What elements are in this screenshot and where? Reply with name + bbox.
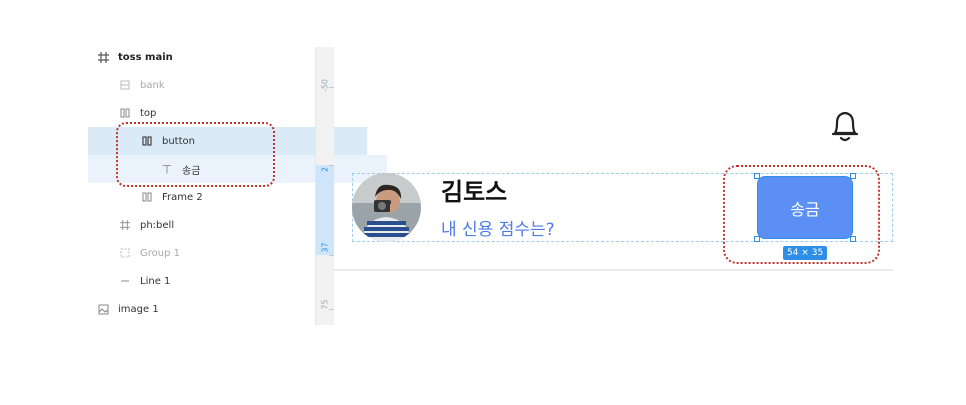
- layer-label: ph:bell: [140, 219, 175, 231]
- layer-label: image 1: [118, 303, 159, 315]
- line-icon: [118, 276, 132, 286]
- ruler-tick: [329, 87, 334, 88]
- layer-line-1[interactable]: Line 1: [88, 267, 345, 295]
- autolayout-icon: [140, 192, 154, 202]
- frame-icon: [96, 51, 110, 63]
- user-name: 김토스: [441, 178, 508, 206]
- frame-icon: [118, 220, 132, 230]
- layer-group-1[interactable]: Group 1: [88, 239, 345, 267]
- ruler-tick: [329, 165, 334, 166]
- layer-label: bank: [140, 79, 165, 91]
- avatar[interactable]: [352, 173, 421, 242]
- layer-label: Frame 2: [162, 191, 203, 203]
- annotation-highlight-button: [723, 165, 880, 264]
- layer-toss-main[interactable]: toss main: [88, 43, 323, 71]
- group-icon: [118, 248, 132, 258]
- layer-label: Group 1: [140, 247, 180, 259]
- layer-label: Line 1: [140, 275, 171, 287]
- divider-line: [333, 269, 893, 271]
- credit-score-link[interactable]: 내 신용 점수는?: [441, 215, 555, 240]
- vertical-ruler: -50 2 37 75: [315, 47, 334, 325]
- layer-label: toss main: [118, 51, 173, 63]
- ruler-tick: [329, 309, 334, 310]
- layer-bank[interactable]: bank: [88, 71, 345, 99]
- autolayout-icon: [118, 108, 132, 118]
- ruler-label: -50: [320, 78, 330, 93]
- ruler-tick: [329, 255, 334, 256]
- ruler-label: 2: [320, 166, 330, 173]
- layer-image-1[interactable]: image 1: [88, 295, 323, 323]
- ruler-label: 37: [320, 242, 330, 253]
- bell-icon[interactable]: [829, 109, 861, 148]
- ruler-label: 75: [320, 299, 330, 310]
- layer-label: top: [140, 107, 157, 119]
- annotation-highlight-layers: [116, 122, 275, 187]
- image-icon: [96, 304, 110, 315]
- component-icon: [118, 80, 132, 90]
- layer-ph-bell[interactable]: ph:bell: [88, 211, 345, 239]
